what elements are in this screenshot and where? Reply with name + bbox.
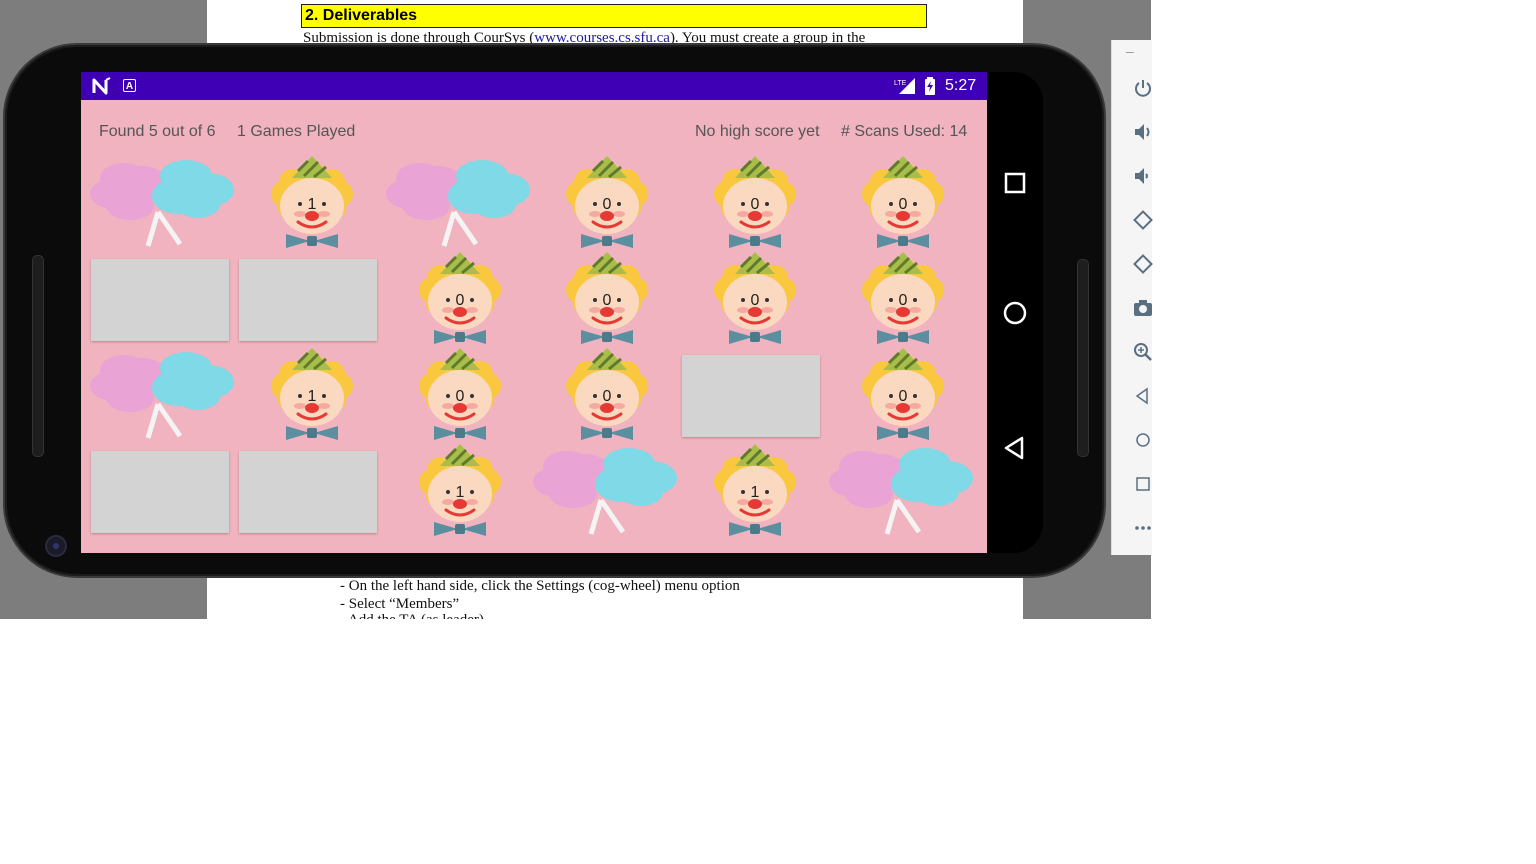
cotton-candy-icon xyxy=(90,352,234,439)
unrevealed-tile[interactable] xyxy=(239,451,377,533)
high-score-label: No high score yet xyxy=(695,123,820,140)
clown-icon: 1 xyxy=(419,444,501,536)
scanned-clown-tile[interactable]: 1 xyxy=(386,442,534,538)
scanned-clown-tile[interactable]: 1 xyxy=(238,346,386,442)
overview-icon[interactable] xyxy=(1132,473,1154,495)
power-icon[interactable] xyxy=(1132,77,1154,99)
lte-label: LTE xyxy=(894,80,907,87)
n-logo-icon xyxy=(92,77,111,95)
status-time: 5:27 xyxy=(945,77,977,94)
game-screen: Found 5 out of 6 1 Games Played No high … xyxy=(81,100,987,553)
front-camera xyxy=(45,535,67,557)
scanned-clown-tile[interactable]: 0 xyxy=(386,346,534,442)
cotton-candy-icon xyxy=(90,160,234,247)
document-bullet: - On the left hand side, click the Setti… xyxy=(340,578,740,594)
hidden-tile-button[interactable] xyxy=(238,250,386,346)
hit-count-label: 1 xyxy=(456,484,465,501)
zoom-icon[interactable] xyxy=(1132,341,1154,363)
hit-count-label: 0 xyxy=(456,388,465,405)
rotate-left-icon[interactable] xyxy=(1132,209,1154,231)
status-bar: A LTE 5:27 xyxy=(81,72,987,100)
battery-charging-icon xyxy=(925,77,935,95)
found-candy-tile[interactable] xyxy=(90,154,238,250)
volume-down-icon[interactable] xyxy=(1132,165,1154,187)
hidden-tile-button[interactable] xyxy=(681,346,829,442)
cotton-candy-icon xyxy=(829,448,973,535)
document-bullet-cutoff: - Add the TA (as leader) ... xyxy=(340,612,499,619)
camera-icon[interactable] xyxy=(1132,297,1154,319)
clown-icon: 1 xyxy=(271,348,353,440)
back-icon[interactable] xyxy=(1132,385,1154,407)
minimize-icon[interactable]: – xyxy=(1126,43,1134,59)
games-played-counter: 1 Games Played xyxy=(237,123,356,140)
speaker-grille-right xyxy=(1077,259,1089,457)
found-candy-tile[interactable] xyxy=(386,154,534,250)
clown-icon: 0 xyxy=(419,252,501,344)
hit-count-label: 0 xyxy=(751,292,760,309)
clown-icon: 0 xyxy=(862,348,944,440)
a-badge-icon: A xyxy=(123,79,136,92)
unrevealed-tile[interactable] xyxy=(682,355,820,437)
scanned-clown-tile[interactable]: 0 xyxy=(681,250,829,346)
more-icon[interactable] xyxy=(1132,517,1154,539)
unrevealed-tile[interactable] xyxy=(91,259,229,341)
clown-icon: 0 xyxy=(714,156,796,248)
hidden-tile-button[interactable] xyxy=(90,250,238,346)
clown-icon: 0 xyxy=(862,252,944,344)
unrevealed-tile[interactable] xyxy=(91,451,229,533)
clown-icon: 0 xyxy=(566,252,648,344)
found-candy-tile[interactable] xyxy=(829,442,977,538)
clown-icon: 0 xyxy=(566,156,648,248)
hidden-tile-button[interactable] xyxy=(90,442,238,538)
scanned-clown-tile[interactable]: 0 xyxy=(829,346,977,442)
scanned-clown-tile[interactable]: 0 xyxy=(533,154,681,250)
found-candy-tile[interactable] xyxy=(90,346,238,442)
clown-icon: 1 xyxy=(271,156,353,248)
scanned-clown-tile[interactable]: 1 xyxy=(681,442,829,538)
hit-count-label: 0 xyxy=(603,292,612,309)
cotton-candy-icon xyxy=(533,448,677,535)
hit-count-label: 0 xyxy=(899,388,908,405)
speaker-grille-left xyxy=(32,255,44,457)
recents-square-icon[interactable] xyxy=(1000,168,1030,198)
hidden-tile-button[interactable] xyxy=(238,442,386,538)
hit-count-label: 0 xyxy=(751,196,760,213)
document-heading: 2. Deliverables xyxy=(301,4,927,28)
scanned-clown-tile[interactable]: 0 xyxy=(829,250,977,346)
clown-icon: 1 xyxy=(714,444,796,536)
hit-count-label: 1 xyxy=(308,388,317,405)
clown-icon: 0 xyxy=(566,348,648,440)
clown-icon: 0 xyxy=(714,252,796,344)
document-bullet: - Select “Members” xyxy=(340,596,460,612)
lte-signal-icon: LTE xyxy=(894,78,915,94)
clown-icon: 0 xyxy=(862,156,944,248)
home-icon[interactable] xyxy=(1132,429,1154,451)
hit-count-label: 1 xyxy=(751,484,760,501)
unrevealed-tile[interactable] xyxy=(239,259,377,341)
scans-used-counter: # Scans Used: 14 xyxy=(841,123,968,140)
scanned-clown-tile[interactable]: 1 xyxy=(238,154,386,250)
hit-count-label: 0 xyxy=(899,196,908,213)
scanned-clown-tile[interactable]: 0 xyxy=(533,346,681,442)
emulator-toolbar: – xyxy=(1111,40,1154,555)
hit-count-label: 1 xyxy=(308,196,317,213)
found-counter: Found 5 out of 6 xyxy=(99,123,216,140)
scanned-clown-tile[interactable]: 0 xyxy=(533,250,681,346)
android-nav-bar xyxy=(987,72,1043,553)
hit-count-label: 0 xyxy=(899,292,908,309)
found-candy-tile[interactable] xyxy=(533,442,681,538)
device-screen: A LTE 5:27 Found 5 out of 6 1 Games Play… xyxy=(81,72,1043,553)
home-circle-icon[interactable] xyxy=(1000,298,1030,328)
clown-icon: 0 xyxy=(419,348,501,440)
volume-up-icon[interactable] xyxy=(1132,121,1154,143)
hit-count-label: 0 xyxy=(603,388,612,405)
rotate-right-icon[interactable] xyxy=(1132,253,1154,275)
hit-count-label: 0 xyxy=(456,292,465,309)
scanned-clown-tile[interactable]: 0 xyxy=(681,154,829,250)
scanned-clown-tile[interactable]: 0 xyxy=(829,154,977,250)
hit-count-label: 0 xyxy=(603,196,612,213)
scanned-clown-tile[interactable]: 0 xyxy=(386,250,534,346)
cotton-candy-icon xyxy=(386,160,530,247)
back-triangle-icon[interactable] xyxy=(1000,433,1030,463)
